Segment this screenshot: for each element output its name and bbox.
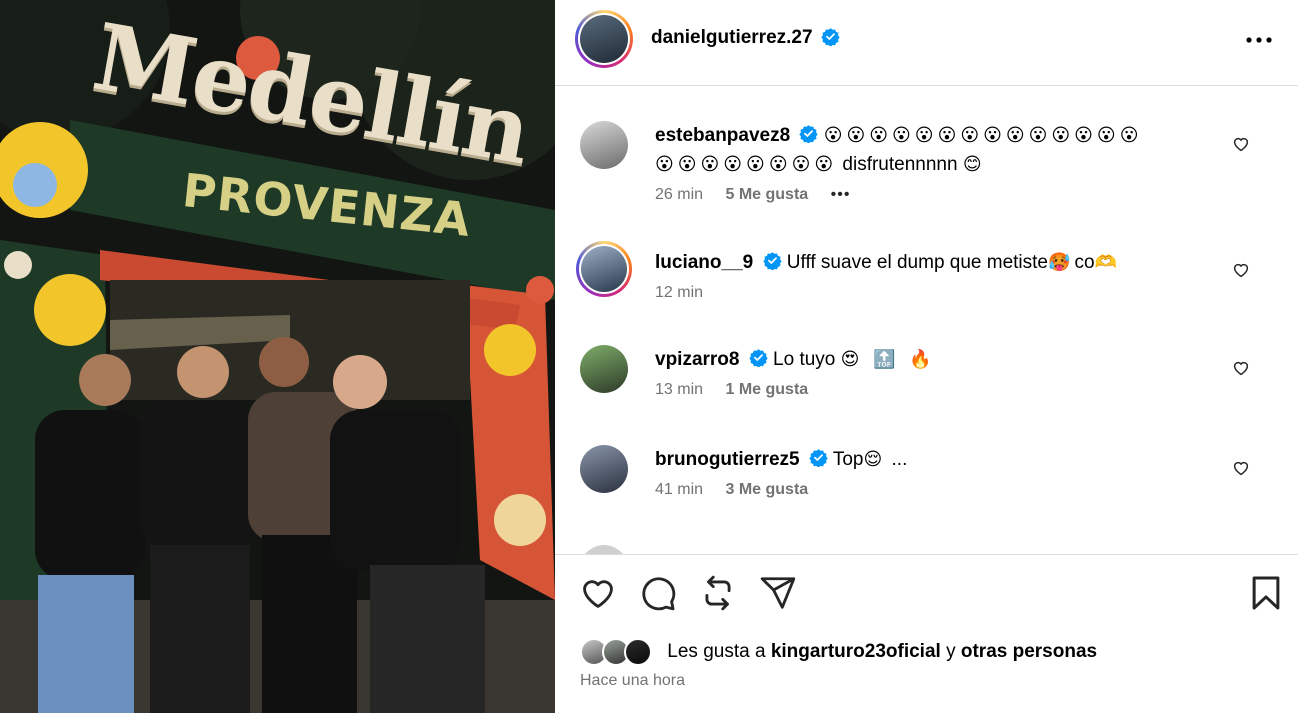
post-timestamp[interactable]: Hace una hora: [580, 672, 685, 690]
comment-emojis: 😮😮😮😮😮😮😮😮😮😮😮😮😮😮: [823, 125, 1143, 146]
actions-divider: [555, 554, 1298, 555]
comment-content: vpizarro8 Lo tuyo 😍 🔝 🔥: [655, 345, 1235, 374]
verified-badge-icon: [749, 349, 768, 368]
bookmark-icon[interactable]: [1247, 574, 1285, 612]
commenter-avatar[interactable]: [580, 121, 628, 169]
comment-options-icon[interactable]: •••: [831, 186, 851, 203]
likers-avatars[interactable]: [580, 638, 656, 666]
likes-connector: y: [946, 641, 956, 663]
comment-meta: 41 min 3 Me gusta: [655, 480, 1235, 500]
comment-meta: 12 min: [655, 283, 1235, 303]
share-icon[interactable]: [759, 574, 797, 612]
post-actions-bar: [555, 574, 1298, 614]
likes-summary: Les gusta a kingarturo23oficial y otras …: [580, 638, 1097, 666]
comment-emoji: 🫶: [1094, 252, 1121, 273]
post-photo[interactable]: Medellín PROVENZA: [0, 0, 555, 713]
likes-others-link[interactable]: otras personas: [961, 641, 1097, 662]
verified-badge-icon: [799, 125, 819, 144]
comment-likes[interactable]: 3 Me gusta: [725, 481, 808, 498]
likes-prefix: Les gusta a: [667, 641, 766, 663]
comment-item: estebanpavez8 😮😮😮😮😮😮😮😮😮😮😮😮😮😮 😮😮😮😮😮😮😮😮 di…: [580, 121, 1280, 231]
liker-username[interactable]: kingarturo23oficial: [771, 641, 941, 662]
comment-time: 26 min: [655, 186, 704, 203]
verified-badge-icon: [809, 449, 828, 468]
comment-icon[interactable]: [639, 574, 677, 612]
commenter-avatar[interactable]: [580, 445, 628, 493]
comment-text: Lo tuyo: [773, 349, 836, 370]
author-username[interactable]: danielgutierrez.27: [651, 27, 813, 48]
comment-text: Ufff suave el dump que metiste: [786, 252, 1049, 273]
comment-emoji: 😊: [962, 154, 986, 175]
comment-time: 41 min: [655, 481, 704, 498]
comment-time: 13 min: [655, 381, 704, 398]
comment-time: 12 min: [655, 284, 704, 301]
comment-emoji: 😌: [863, 449, 887, 470]
author-info: danielgutierrez.27: [651, 27, 840, 49]
commenter-avatar[interactable]: [580, 345, 628, 393]
comment-like-heart-icon[interactable]: [1232, 459, 1250, 477]
comment-emojis: 😍 🔝 🔥: [840, 349, 936, 370]
comment-likes[interactable]: 1 Me gusta: [725, 381, 808, 398]
commenter-username[interactable]: vpizarro8: [655, 349, 739, 370]
comment-emojis: 😮😮😮😮😮😮😮😮: [655, 154, 838, 175]
repost-icon[interactable]: [699, 574, 737, 612]
more-options-icon[interactable]: [1244, 28, 1274, 52]
commenter-username[interactable]: luciano__9: [655, 252, 753, 273]
comment-content: luciano__9 Ufff suave el dump que metist…: [655, 248, 1235, 277]
comments-list[interactable]: estebanpavez8 😮😮😮😮😮😮😮😮😮😮😮😮😮😮 😮😮😮😮😮😮😮😮 di…: [555, 87, 1298, 554]
comment-text: Top: [832, 449, 864, 470]
commenter-avatar[interactable]: [576, 241, 632, 297]
post-header: danielgutierrez.27: [555, 0, 1298, 86]
comment-like-heart-icon[interactable]: [1232, 135, 1250, 153]
comment-meta: 26 min 5 Me gusta •••: [655, 185, 1235, 205]
comment-item: vpizarro8 Lo tuyo 😍 🔝 🔥 13 min 1 Me gust…: [580, 345, 1280, 425]
comment-text: disfrutennnnn: [842, 154, 958, 175]
comment-text: co: [1074, 252, 1095, 273]
comment-content: brunogutierrez5 Top😌 ...: [655, 445, 1235, 474]
comment-item: luciano__9 Ufff suave el dump que metist…: [576, 241, 1280, 323]
author-avatar[interactable]: [575, 10, 633, 68]
commenter-username[interactable]: brunogutierrez5: [655, 449, 800, 470]
commenter-username[interactable]: estebanpavez8: [655, 125, 790, 146]
comment-emoji: 🥵: [1048, 252, 1075, 273]
comment-content: estebanpavez8 😮😮😮😮😮😮😮😮😮😮😮😮😮😮 😮😮😮😮😮😮😮😮 di…: [655, 121, 1235, 179]
comment-likes[interactable]: 5 Me gusta: [725, 186, 808, 203]
comment-item: brunogutierrez5 Top😌 ... 41 min 3 Me gus…: [580, 445, 1280, 525]
post-side-panel: danielgutierrez.27 estebanpavez8 �: [555, 0, 1298, 713]
heart-icon[interactable]: [579, 574, 617, 612]
comment-meta: 13 min 1 Me gusta: [655, 380, 1235, 400]
commenter-avatar[interactable]: [580, 545, 628, 554]
comment-like-heart-icon[interactable]: [1232, 261, 1250, 279]
comment-ellipsis[interactable]: ...: [892, 449, 908, 470]
verified-badge-icon: [762, 252, 782, 271]
verified-badge-icon: [821, 28, 840, 47]
comment-item-partial: [580, 545, 1280, 554]
comment-like-heart-icon[interactable]: [1232, 359, 1250, 377]
